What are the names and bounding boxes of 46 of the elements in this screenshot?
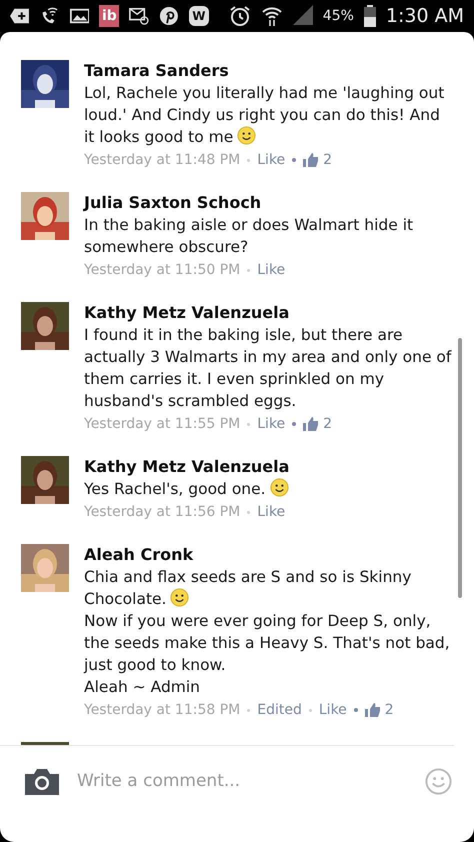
- like-link[interactable]: Like: [257, 413, 286, 435]
- add-icon: [10, 7, 30, 25]
- comment-time: Yesterday at 11:58 PM: [84, 701, 240, 720]
- author-name[interactable]: Tamara Sanders: [84, 60, 454, 82]
- edited-link[interactable]: Edited: [257, 699, 302, 721]
- alarm-icon: [228, 5, 251, 27]
- like-count: 2: [323, 415, 332, 434]
- like-link[interactable]: Like: [318, 699, 347, 721]
- author-name[interactable]: Kathy Metz Valenzuela: [84, 302, 454, 324]
- app-icon: ib: [99, 5, 120, 27]
- comment-input[interactable]: Write a comment...: [77, 766, 407, 796]
- like-count: 2: [384, 701, 394, 720]
- comment-time: Yesterday at 11:55 PM: [84, 415, 240, 434]
- battery-percent: 45%: [322, 8, 354, 24]
- wifi-icon: [260, 5, 283, 27]
- like-link[interactable]: Like: [257, 149, 286, 171]
- wifi-call-icon: [40, 6, 60, 26]
- scrollbar[interactable]: [458, 338, 462, 598]
- comment-time: Yesterday at 11:48 PM: [84, 151, 240, 170]
- author-name[interactable]: Julia Saxton Schoch: [84, 192, 454, 214]
- comment-text: Lol, Rachele you literally had me 'laughing out loud.' And Cindy us right you can do this! And it looks good to me: [84, 84, 444, 146]
- email-icon: [129, 6, 150, 26]
- like-count: 2: [323, 151, 332, 170]
- thumbs-up-icon: [364, 703, 381, 717]
- comment-text: Chia and flax seeds are S and so is Skinny Chocolate.: [84, 568, 412, 608]
- emoji-icon[interactable]: [425, 768, 452, 794]
- comment-time: Yesterday at 11:50 PM: [84, 261, 240, 280]
- thumbs-up-icon: [303, 153, 320, 167]
- pinterest-icon: [159, 5, 179, 27]
- author-name[interactable]: Aleah Cronk: [84, 544, 454, 566]
- clock-time: 1:30 AM: [386, 5, 464, 27]
- like-link[interactable]: Like: [257, 501, 286, 523]
- comment-text: Now if you were ever going for Deep S, only, the seeds make this a Heavy S. That's not bad, just good to know.: [84, 612, 450, 674]
- comment-text: In the baking aisle or does Walmart hide it somewhere obscure?: [84, 216, 414, 256]
- app-icon: W: [188, 6, 209, 26]
- signal-icon: [292, 5, 313, 25]
- author-name[interactable]: Kathy Metz Valenzuela: [84, 456, 454, 478]
- battery-icon: [364, 5, 376, 27]
- comment-text: Yes Rachel's, good one.: [84, 480, 266, 498]
- comment-time: Yesterday at 11:56 PM: [84, 503, 240, 522]
- like-link[interactable]: Like: [257, 259, 286, 281]
- image-icon: [70, 7, 90, 25]
- comment-text: I found it in the baking isle, but there are actually 3 Walmarts in my area and only one of them carries it. I even sprinkled on my husband's scrambled eggs.: [84, 326, 452, 410]
- comment-text: Aleah ~ Admin: [84, 678, 200, 696]
- camera-icon[interactable]: [25, 768, 59, 794]
- thumbs-up-icon: [303, 417, 320, 431]
